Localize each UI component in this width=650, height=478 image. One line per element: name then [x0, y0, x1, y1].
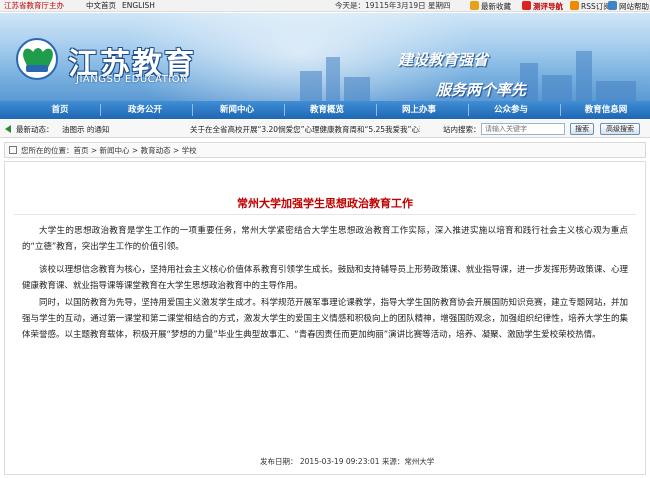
rss-label: RSS订阅	[581, 2, 611, 11]
building-silhouette	[326, 57, 340, 101]
help-link[interactable]: 网站帮助	[608, 1, 649, 12]
nav-news-center[interactable]: 新闻中心	[202, 101, 272, 119]
top-bar: 江苏省教育厅主办 中文首页 ENGLISH 今天是：19115年3月19日 星期…	[0, 0, 650, 12]
search-input[interactable]	[481, 123, 565, 135]
home-icon	[9, 146, 17, 154]
building-silhouette	[542, 75, 572, 101]
latest-news-link[interactable]: 油图示 的通知	[62, 124, 109, 135]
site-search-label: 站内搜索：	[443, 125, 481, 134]
advanced-search-button[interactable]: 高级搜索	[600, 123, 640, 135]
article-meta: 发布日期： 2015-03-19 09:23:01 来源：常州大学	[260, 457, 435, 466]
building-silhouette	[300, 71, 322, 101]
nav-separator	[468, 104, 469, 116]
nav-separator	[376, 104, 377, 116]
nav-separator	[560, 104, 561, 116]
main-nav: 首页 政务公开 新闻中心 教育概览 网上办事 公众参与 教育信息网	[0, 101, 650, 119]
building-silhouette	[344, 77, 370, 101]
title-divider	[14, 214, 636, 215]
breadcrumb: 您所在的位置：首页 > 新闻中心 > 教育动态 > 学校	[4, 142, 646, 158]
article-paragraph: 该校以理想信念教育为核心，坚持用社会主义核心价值体系教育引领学生成长。鼓励和支持…	[22, 265, 628, 291]
nav-education-overview[interactable]: 教育概览	[292, 101, 362, 119]
latest-news-label: 最新动态：	[16, 125, 54, 134]
article-paragraph: 大学生的思想政治教育是学生工作的一项重要任务，常州大学紧密结合大学生思想政治教育…	[22, 226, 628, 252]
article-paragraph: 同时，以国防教育为先导，坚持用爱国主义激发学生成才。科学规范开展军事理论课教学，…	[22, 298, 628, 340]
rss-icon	[570, 1, 579, 10]
news-search-bar: 最新动态： 油图示 的通知 关于在全省高校开展“3.20悯爱您”心理健康教育周和…	[0, 120, 650, 138]
date-text: 今天是：19115年3月19日 星期四	[335, 1, 451, 10]
nav-separator	[284, 104, 285, 116]
site-logo-english: JIANGSU EDUCATION	[76, 74, 189, 85]
article-title: 常州大学加强学生思想政治教育工作	[237, 197, 413, 210]
help-label: 网站帮助	[619, 2, 649, 11]
rss-link[interactable]: RSS订阅	[570, 1, 611, 12]
nav-separator	[100, 104, 101, 116]
compass-icon	[522, 1, 531, 10]
english-link[interactable]: ENGLISH	[122, 1, 155, 11]
building-silhouette	[596, 81, 636, 101]
nav-gov-affairs[interactable]: 政务公开	[110, 101, 180, 119]
breadcrumb-path: 您所在的位置：首页 > 新闻中心 > 教育动态 > 学校	[21, 146, 197, 155]
nav-online-service[interactable]: 网上办事	[384, 101, 454, 119]
education-emblem-icon	[16, 38, 58, 80]
search-button[interactable]: 搜索	[570, 123, 594, 135]
help-icon	[608, 1, 617, 10]
chinese-home-link[interactable]: 中文首页	[86, 1, 116, 11]
banner: 江苏教育 JIANGSU EDUCATION 建设教育强省 服务两个率先	[0, 13, 650, 101]
nav-separator	[192, 104, 193, 116]
nav-home[interactable]: 首页	[30, 101, 90, 119]
building-silhouette	[576, 51, 592, 101]
book-shape	[26, 65, 48, 72]
news-ticker-link[interactable]: 关于在全省高校开展“3.20悯爱您”心理健康教育周和“5.25我爱我”心理	[190, 124, 420, 135]
nav-guide-label: 测评导航	[533, 2, 563, 11]
slogan-2: 服务两个率先	[436, 81, 527, 99]
favorite-label: 最新收藏	[481, 2, 511, 11]
nav-public-participation[interactable]: 公众参与	[476, 101, 546, 119]
sponsor-text: 江苏省教育厅主办	[4, 1, 64, 10]
favorite-link[interactable]: 最新收藏	[470, 1, 511, 12]
star-icon	[470, 1, 479, 10]
arrow-left-icon	[5, 125, 11, 133]
nav-guide-link[interactable]: 测评导航	[522, 1, 563, 12]
nav-education-info-net[interactable]: 教育信息网	[566, 101, 646, 119]
slogan-1: 建设教育强省	[398, 51, 489, 69]
